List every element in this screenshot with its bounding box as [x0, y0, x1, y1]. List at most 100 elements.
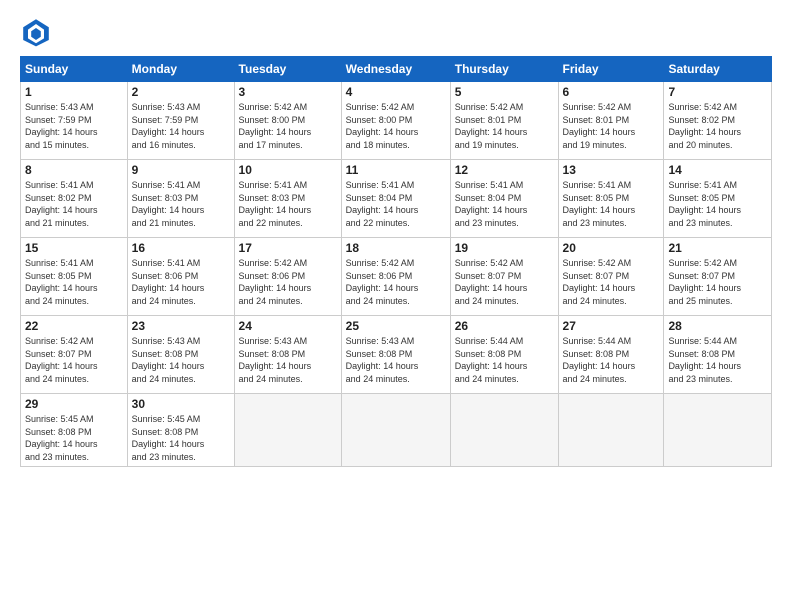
day-info: Sunrise: 5:41 AM Sunset: 8:05 PM Dayligh… [563, 179, 660, 229]
table-row: 29Sunrise: 5:45 AM Sunset: 8:08 PM Dayli… [21, 394, 128, 467]
day-number: 30 [132, 397, 230, 411]
day-info: Sunrise: 5:41 AM Sunset: 8:06 PM Dayligh… [132, 257, 230, 307]
page: Sunday Monday Tuesday Wednesday Thursday… [0, 0, 792, 612]
day-info: Sunrise: 5:44 AM Sunset: 8:08 PM Dayligh… [668, 335, 767, 385]
day-number: 18 [346, 241, 446, 255]
day-number: 22 [25, 319, 123, 333]
table-row: 1 Sunrise: 5:43 AM Sunset: 7:59 PM Daylig… [21, 82, 128, 160]
table-row: 19Sunrise: 5:42 AM Sunset: 8:07 PM Dayli… [450, 238, 558, 316]
generalblue-logo-icon [20, 16, 52, 48]
day-number: 23 [132, 319, 230, 333]
day-info: Sunrise: 5:42 AM Sunset: 8:06 PM Dayligh… [346, 257, 446, 307]
table-row: 26 Sunrise: 5:44 AM Sunset: 8:08 PM Dayli… [450, 316, 558, 394]
day-number: 3 [239, 85, 337, 99]
day-info: Sunrise: 5:42 AM Sunset: 8:07 PM Dayligh… [25, 335, 123, 385]
day-number: 28 [668, 319, 767, 333]
table-row: 23 Sunrise: 5:43 AM Sunset: 8:08 PM Dayli… [127, 316, 234, 394]
day-number: 21 [668, 241, 767, 255]
day-info: Sunrise: 5:41 AM Sunset: 8:03 PM Dayligh… [132, 179, 230, 229]
day-number: 8 [25, 163, 123, 177]
day-number: 10 [239, 163, 337, 177]
table-row: 15Sunrise: 5:41 AM Sunset: 8:05 PM Dayli… [21, 238, 128, 316]
day-info: Sunrise: 5:43 AM Sunset: 7:59 PM Dayligh… [25, 101, 123, 151]
day-number: 14 [668, 163, 767, 177]
day-number: 16 [132, 241, 230, 255]
day-number: 12 [455, 163, 554, 177]
table-row [341, 394, 450, 467]
day-info: Sunrise: 5:43 AM Sunset: 8:08 PM Dayligh… [346, 335, 446, 385]
day-number: 11 [346, 163, 446, 177]
day-info: Sunrise: 5:42 AM Sunset: 8:01 PM Dayligh… [455, 101, 554, 151]
day-number: 25 [346, 319, 446, 333]
table-row: 13 Sunrise: 5:41 AM Sunset: 8:05 PM Dayli… [558, 160, 664, 238]
day-info: Sunrise: 5:43 AM Sunset: 7:59 PM Dayligh… [132, 101, 230, 151]
col-wednesday: Wednesday [341, 57, 450, 82]
table-row: 9 Sunrise: 5:41 AM Sunset: 8:03 PM Daylig… [127, 160, 234, 238]
day-number: 2 [132, 85, 230, 99]
col-thursday: Thursday [450, 57, 558, 82]
day-number: 13 [563, 163, 660, 177]
table-row: 5 Sunrise: 5:42 AM Sunset: 8:01 PM Daylig… [450, 82, 558, 160]
day-info: Sunrise: 5:45 AM Sunset: 8:08 PM Dayligh… [132, 413, 230, 463]
table-row [664, 394, 772, 467]
calendar: Sunday Monday Tuesday Wednesday Thursday… [20, 56, 772, 467]
day-number: 1 [25, 85, 123, 99]
table-row: 14 Sunrise: 5:41 AM Sunset: 8:05 PM Dayli… [664, 160, 772, 238]
calendar-header-row: Sunday Monday Tuesday Wednesday Thursday… [21, 57, 772, 82]
table-row: 17Sunrise: 5:42 AM Sunset: 8:06 PM Dayli… [234, 238, 341, 316]
day-number: 4 [346, 85, 446, 99]
table-row: 12 Sunrise: 5:41 AM Sunset: 8:04 PM Dayli… [450, 160, 558, 238]
table-row: 16 Sunrise: 5:41 AM Sunset: 8:06 PM Dayli… [127, 238, 234, 316]
day-info: Sunrise: 5:43 AM Sunset: 8:08 PM Dayligh… [132, 335, 230, 385]
table-row [558, 394, 664, 467]
day-info: Sunrise: 5:41 AM Sunset: 8:05 PM Dayligh… [25, 257, 123, 307]
day-number: 24 [239, 319, 337, 333]
day-info: Sunrise: 5:42 AM Sunset: 8:00 PM Dayligh… [239, 101, 337, 151]
table-row: 25 Sunrise: 5:43 AM Sunset: 8:08 PM Dayli… [341, 316, 450, 394]
day-info: Sunrise: 5:41 AM Sunset: 8:04 PM Dayligh… [455, 179, 554, 229]
col-tuesday: Tuesday [234, 57, 341, 82]
table-row [234, 394, 341, 467]
table-row: 4 Sunrise: 5:42 AM Sunset: 8:00 PM Daylig… [341, 82, 450, 160]
table-row: 11 Sunrise: 5:41 AM Sunset: 8:04 PM Dayli… [341, 160, 450, 238]
col-monday: Monday [127, 57, 234, 82]
header [20, 16, 772, 48]
day-info: Sunrise: 5:44 AM Sunset: 8:08 PM Dayligh… [455, 335, 554, 385]
day-number: 29 [25, 397, 123, 411]
table-row: 7 Sunrise: 5:42 AM Sunset: 8:02 PM Daylig… [664, 82, 772, 160]
day-number: 7 [668, 85, 767, 99]
day-info: Sunrise: 5:44 AM Sunset: 8:08 PM Dayligh… [563, 335, 660, 385]
day-info: Sunrise: 5:42 AM Sunset: 8:07 PM Dayligh… [563, 257, 660, 307]
day-info: Sunrise: 5:41 AM Sunset: 8:05 PM Dayligh… [668, 179, 767, 229]
table-row: 28 Sunrise: 5:44 AM Sunset: 8:08 PM Dayli… [664, 316, 772, 394]
table-row: 22 Sunrise: 5:42 AM Sunset: 8:07 PM Dayli… [21, 316, 128, 394]
table-row: 3 Sunrise: 5:42 AM Sunset: 8:00 PM Daylig… [234, 82, 341, 160]
day-info: Sunrise: 5:41 AM Sunset: 8:03 PM Dayligh… [239, 179, 337, 229]
day-info: Sunrise: 5:42 AM Sunset: 8:07 PM Dayligh… [668, 257, 767, 307]
day-number: 19 [455, 241, 554, 255]
table-row: 10 Sunrise: 5:41 AM Sunset: 8:03 PM Dayli… [234, 160, 341, 238]
day-number: 5 [455, 85, 554, 99]
table-row: 24 Sunrise: 5:43 AM Sunset: 8:08 PM Dayli… [234, 316, 341, 394]
col-sunday: Sunday [21, 57, 128, 82]
day-info: Sunrise: 5:43 AM Sunset: 8:08 PM Dayligh… [239, 335, 337, 385]
table-row [450, 394, 558, 467]
day-info: Sunrise: 5:42 AM Sunset: 8:06 PM Dayligh… [239, 257, 337, 307]
day-number: 26 [455, 319, 554, 333]
table-row: 27 Sunrise: 5:44 AM Sunset: 8:08 PM Dayli… [558, 316, 664, 394]
day-number: 6 [563, 85, 660, 99]
table-row: 20Sunrise: 5:42 AM Sunset: 8:07 PM Dayli… [558, 238, 664, 316]
day-info: Sunrise: 5:42 AM Sunset: 8:01 PM Dayligh… [563, 101, 660, 151]
col-saturday: Saturday [664, 57, 772, 82]
table-row: 2 Sunrise: 5:43 AM Sunset: 7:59 PM Daylig… [127, 82, 234, 160]
logo [20, 16, 56, 48]
table-row: 30 Sunrise: 5:45 AM Sunset: 8:08 PM Dayli… [127, 394, 234, 467]
day-info: Sunrise: 5:42 AM Sunset: 8:02 PM Dayligh… [668, 101, 767, 151]
day-number: 27 [563, 319, 660, 333]
day-info: Sunrise: 5:41 AM Sunset: 8:04 PM Dayligh… [346, 179, 446, 229]
day-number: 9 [132, 163, 230, 177]
table-row: 21 Sunrise: 5:42 AM Sunset: 8:07 PM Dayli… [664, 238, 772, 316]
day-info: Sunrise: 5:42 AM Sunset: 8:00 PM Dayligh… [346, 101, 446, 151]
table-row: 6 Sunrise: 5:42 AM Sunset: 8:01 PM Daylig… [558, 82, 664, 160]
col-friday: Friday [558, 57, 664, 82]
